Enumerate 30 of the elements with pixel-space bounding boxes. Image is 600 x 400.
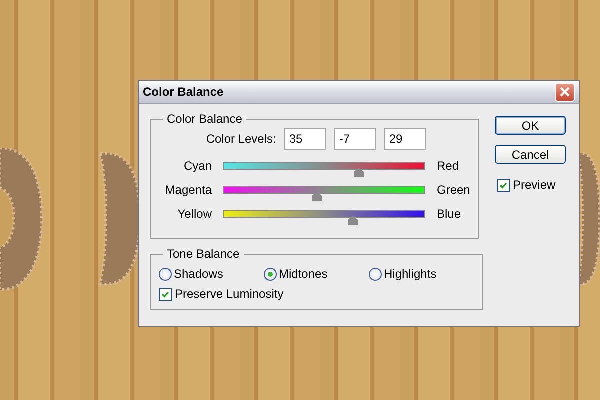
slider-label: Red <box>437 159 460 173</box>
slider-thumb[interactable] <box>353 168 365 177</box>
close-icon <box>559 86 571 98</box>
radio-button[interactable] <box>369 268 382 280</box>
radio-label[interactable]: Midtones <box>279 267 328 281</box>
dialog-button[interactable]: Cancel <box>495 145 566 164</box>
checkbox[interactable] <box>497 178 510 192</box>
slider-thumb[interactable] <box>311 192 323 201</box>
slider-thumb[interactable] <box>347 216 359 225</box>
field-label: Color Levels: <box>206 132 276 146</box>
slider-label: Magenta <box>164 183 212 197</box>
level-input[interactable]: -7 <box>334 128 376 150</box>
dialog-button[interactable]: OK <box>495 116 566 135</box>
slider-label: Green <box>437 183 470 197</box>
group-title: Color Balance <box>166 112 244 126</box>
window-title: Color Balance <box>143 85 224 99</box>
group-title: Tone Balance <box>166 247 241 261</box>
radio-button[interactable] <box>159 268 172 280</box>
radio-label[interactable]: Shadows <box>174 267 224 281</box>
slider-label: Yellow <box>176 207 212 221</box>
radio-label[interactable]: Highlights <box>384 267 437 281</box>
level-input[interactable]: 29 <box>384 128 426 150</box>
checkbox-label[interactable]: Preserve Luminosity <box>175 287 284 301</box>
level-input[interactable]: 35 <box>284 128 326 150</box>
radio-button[interactable] <box>264 268 277 280</box>
checkbox-label[interactable]: Preview <box>513 178 556 192</box>
slider-label: Blue <box>437 207 462 221</box>
close-button[interactable] <box>555 82 575 102</box>
checkbox[interactable] <box>159 288 172 300</box>
slider-label: Cyan <box>182 159 212 173</box>
